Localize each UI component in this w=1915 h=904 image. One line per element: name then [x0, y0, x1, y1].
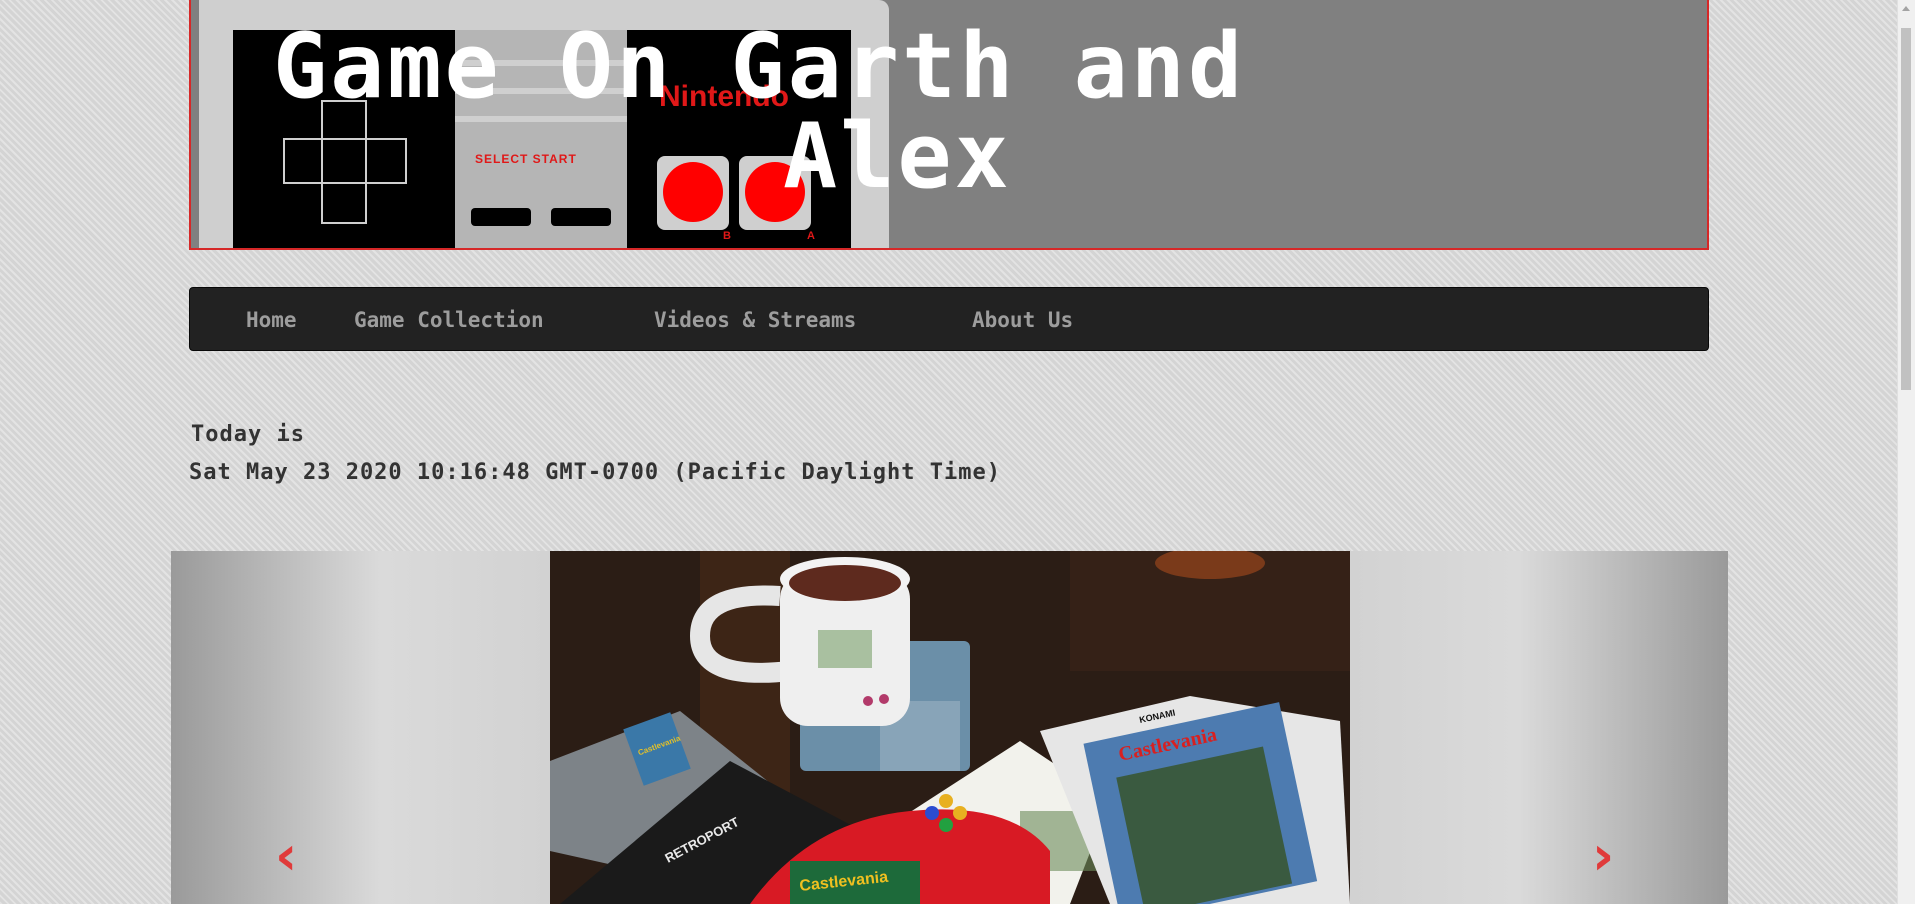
b-button-label: B: [723, 230, 731, 242]
current-date: Sat May 23 2020 10:16:48 GMT-0700 (Pacif…: [189, 460, 1001, 485]
carousel-left-shade: [171, 551, 551, 904]
main-navbar: Home Game Collection Videos & Streams Ab…: [189, 287, 1709, 351]
scrollbar-thumb[interactable]: [1901, 28, 1911, 390]
carousel-photo-illustration: Castlevania RETROPORT Castlevania Castle…: [550, 551, 1350, 904]
carousel-prev-button[interactable]: ‹: [275, 829, 297, 883]
start-button-icon: [551, 208, 611, 226]
chevron-left-icon[interactable]: ‹: [275, 824, 297, 887]
nav-item-game-collection[interactable]: Game Collection: [354, 288, 544, 352]
today-label: Today is: [191, 422, 305, 447]
a-button-label: A: [807, 230, 815, 242]
nav-item-videos-streams[interactable]: Videos & Streams: [654, 288, 856, 352]
site-title-line1: Game On Garth and: [273, 14, 1246, 119]
scroll-up-arrow-icon[interactable]: [1902, 6, 1910, 11]
site-header-banner: SELECT START Nintendo B A Game On Garth …: [189, 0, 1709, 250]
carousel-right-shade: [1348, 551, 1728, 904]
nav-item-home[interactable]: Home: [246, 288, 297, 352]
carousel-photo: Castlevania RETROPORT Castlevania Castle…: [550, 551, 1350, 904]
vertical-scrollbar[interactable]: [1897, 0, 1915, 904]
chevron-right-icon[interactable]: ›: [1592, 824, 1614, 887]
select-button-icon: [471, 208, 531, 226]
image-carousel: Castlevania RETROPORT Castlevania Castle…: [171, 551, 1728, 904]
site-title: Game On Garth and Alex: [273, 22, 1673, 202]
site-title-line2: Alex: [783, 104, 1012, 209]
nav-item-about-us[interactable]: About Us: [972, 288, 1073, 352]
carousel-next-button[interactable]: ›: [1592, 829, 1614, 883]
